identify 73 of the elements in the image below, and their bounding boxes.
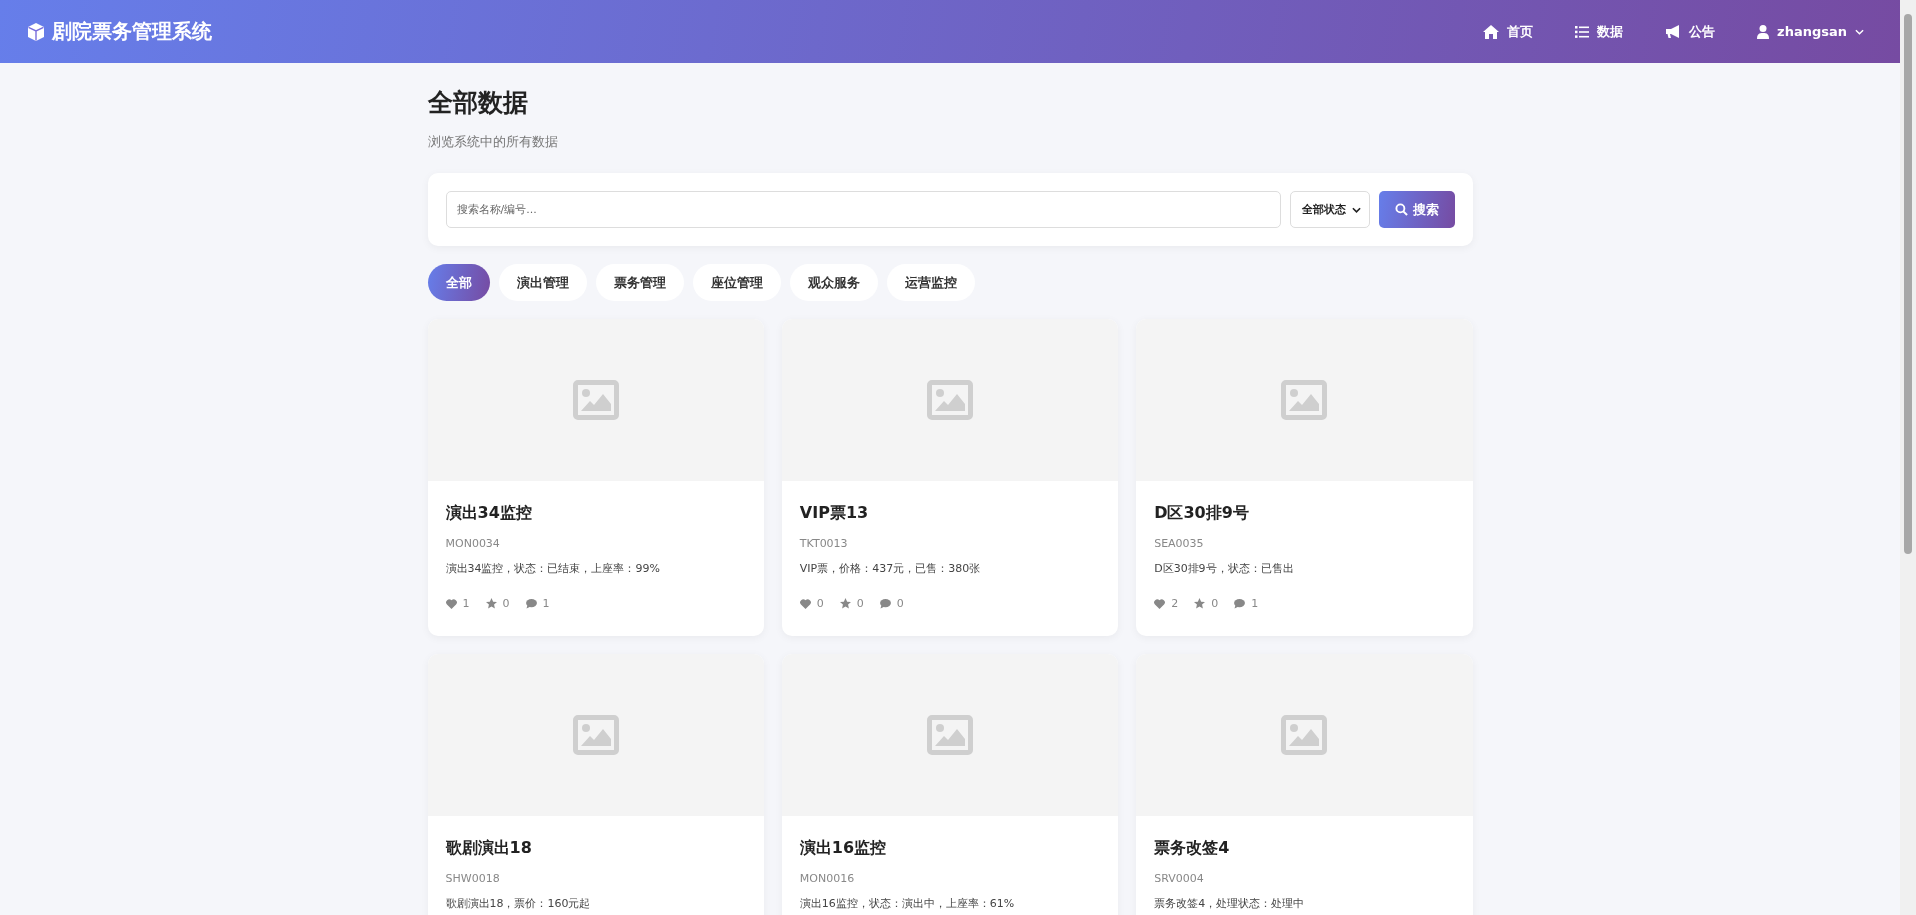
scrollbar[interactable] bbox=[1900, 0, 1916, 915]
card-description: D区30排9号，状态：已售出 bbox=[1154, 561, 1295, 576]
category-tab[interactable]: 观众服务 bbox=[789, 264, 878, 301]
star-icon bbox=[485, 598, 497, 609]
data-card[interactable]: 票务改签4 SRV0004 票务改签4，处理状态：处理中 bbox=[1136, 654, 1473, 915]
card-title: 演出16监控 bbox=[799, 837, 888, 859]
star-icon bbox=[839, 598, 851, 609]
user-menu[interactable]: zhangsan bbox=[1757, 24, 1864, 39]
comment-icon bbox=[1234, 598, 1246, 609]
page-title: 全部数据 bbox=[427, 87, 529, 119]
search-icon bbox=[1394, 203, 1408, 216]
image-icon bbox=[572, 380, 619, 420]
image-icon bbox=[1281, 380, 1328, 420]
category-tab[interactable]: 全部 bbox=[427, 264, 490, 301]
category-tab[interactable]: 座位管理 bbox=[692, 264, 781, 301]
data-card[interactable]: D区30排9号 SEA0035 D区30排9号，状态：已售出 2 0 1 bbox=[1136, 319, 1473, 636]
card-title: 歌剧演出18 bbox=[445, 837, 533, 859]
nav-link[interactable]: 首页 bbox=[1483, 22, 1534, 41]
nav-link[interactable]: 数据 bbox=[1575, 22, 1624, 41]
search-field[interactable]: 搜索名称/编号... bbox=[445, 191, 1281, 228]
card-code: TKT0013 bbox=[799, 537, 849, 550]
like-count: 2 bbox=[1171, 597, 1179, 610]
category-tab[interactable]: 演出管理 bbox=[498, 264, 587, 301]
card-description: 歌剧演出18，票价：160元起 bbox=[445, 896, 592, 911]
nav-link[interactable]: 公告 bbox=[1665, 22, 1716, 41]
star-icon bbox=[1194, 598, 1206, 609]
comment-count: 1 bbox=[1251, 597, 1259, 610]
chevron-down-icon bbox=[1351, 206, 1361, 213]
comment-icon bbox=[879, 598, 891, 609]
data-card[interactable]: 歌剧演出18 SHW0018 歌剧演出18，票价：160元起 bbox=[427, 654, 764, 915]
category-tab[interactable]: 票务管理 bbox=[595, 264, 684, 301]
heart-icon bbox=[1154, 598, 1166, 609]
card-title: D区30排9号 bbox=[1154, 502, 1250, 524]
megaphone-icon bbox=[1665, 24, 1682, 39]
image-icon bbox=[927, 380, 973, 420]
card-description: VIP票，价格：437元，已售：380张 bbox=[799, 561, 982, 576]
home-icon bbox=[1483, 24, 1500, 39]
app-title: 剧院票务管理系统 bbox=[52, 18, 212, 45]
card-code: SEA0035 bbox=[1154, 537, 1205, 550]
card-code: MON0034 bbox=[445, 537, 501, 550]
card-code: SHW0018 bbox=[445, 872, 501, 885]
card-code: MON0016 bbox=[799, 872, 856, 885]
card-code: SRV0004 bbox=[1154, 872, 1205, 885]
data-card[interactable]: VIP票13 TKT0013 VIP票，价格：437元，已售：380张 0 0 0 bbox=[781, 319, 1119, 636]
image-icon bbox=[572, 715, 619, 755]
category-tab[interactable]: 运营监控 bbox=[886, 264, 975, 301]
heart-icon bbox=[445, 598, 457, 609]
data-card[interactable]: 演出34监控 MON0034 演出34监控，状态：已结束，上座率：99% 1 0 1 bbox=[427, 319, 764, 636]
card-description: 票务改签4，处理状态：处理中 bbox=[1154, 896, 1306, 911]
like-count: 0 bbox=[816, 597, 824, 610]
card-title: 演出34监控 bbox=[445, 502, 533, 524]
comment-icon bbox=[525, 598, 537, 609]
cube-icon bbox=[26, 21, 46, 42]
like-count: 1 bbox=[462, 597, 470, 610]
star-count: 0 bbox=[1211, 597, 1219, 610]
user-icon bbox=[1757, 24, 1770, 39]
image-icon bbox=[1281, 715, 1328, 755]
heart-icon bbox=[799, 598, 811, 609]
star-count: 0 bbox=[856, 597, 864, 610]
image-icon bbox=[927, 715, 973, 755]
card-title: VIP票13 bbox=[799, 502, 870, 524]
card-title: 票务改签4 bbox=[1154, 837, 1231, 859]
page-subtitle: 浏览系统中的所有数据 bbox=[427, 133, 559, 151]
star-count: 0 bbox=[502, 597, 510, 610]
card-description: 演出34监控，状态：已结束，上座率：99% bbox=[445, 561, 661, 576]
status-dropdown[interactable]: 全部状态 bbox=[1289, 191, 1370, 228]
chevron-down-icon bbox=[1855, 28, 1864, 35]
comment-count: 0 bbox=[896, 597, 904, 610]
data-card[interactable]: 演出16监控 MON0016 演出16监控，状态：演出中，上座率：61% bbox=[781, 654, 1119, 915]
list-icon bbox=[1575, 25, 1590, 38]
card-description: 演出16监控，状态：演出中，上座率：61% bbox=[799, 896, 1016, 911]
search-button[interactable]: 搜索 bbox=[1378, 191, 1455, 228]
comment-count: 1 bbox=[542, 597, 550, 610]
